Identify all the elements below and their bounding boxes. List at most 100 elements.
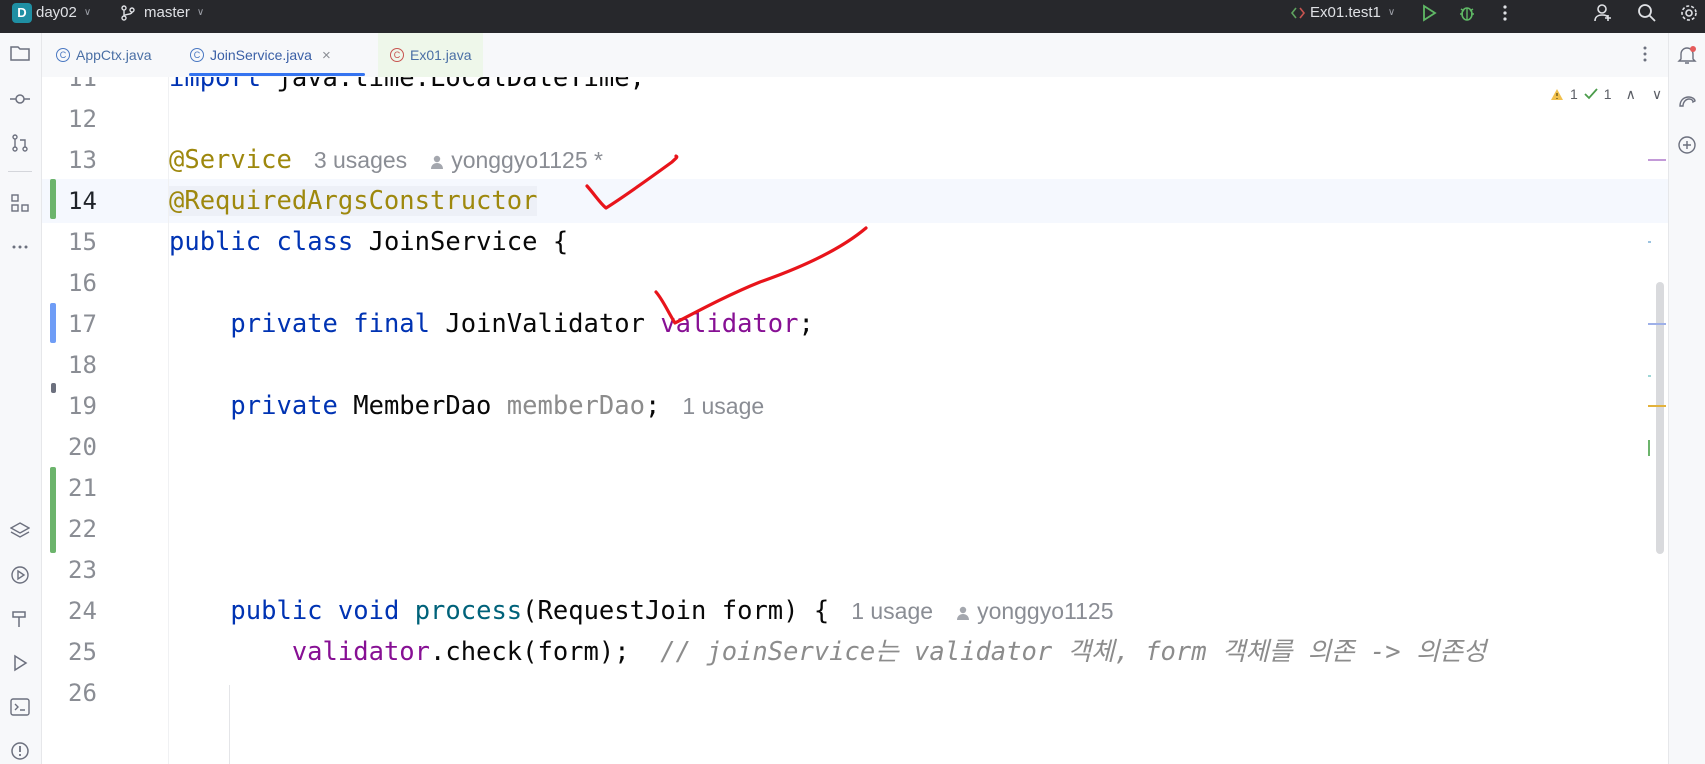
structure-icon[interactable] [8,191,32,215]
tab-ex01[interactable]: C Ex01.java [378,33,484,77]
code-text[interactable]: public class JoinService { [169,220,568,264]
project-name: day02 [36,4,77,21]
code-line[interactable]: 21 [42,466,1668,510]
code-token: process [414,596,523,626]
chevron-up-icon[interactable]: ∧ [1626,86,1636,103]
vcs-deleted-marker [51,383,56,393]
project-selector[interactable]: D day02 ∨ [12,0,91,25]
chevron-down-icon: ∨ [83,7,92,18]
code-token: import [169,77,262,93]
code-token: JoinService { [353,227,569,257]
code-line[interactable]: 15 public class JoinService { [42,220,1668,264]
code-line[interactable]: 18 [42,343,1668,387]
usages-hint[interactable]: 1 usage [682,393,764,419]
line-number: 12 [68,105,97,133]
code-line[interactable]: 17 private final JoinValidator validator… [42,302,1668,346]
commit-icon[interactable] [8,87,32,111]
code-text[interactable]: @Service 3 usages yonggyo1125 * [169,138,603,182]
branch-selector[interactable]: master ∨ [120,0,204,25]
code-token: validator [291,637,430,667]
code-line[interactable]: 13 @Service 3 usages yonggyo1125 * [42,138,1668,182]
inspection-widget[interactable]: 1 1 ∧ ∨ [1550,84,1662,104]
run-icon[interactable] [8,651,32,675]
build-hammer-icon[interactable] [8,607,32,631]
code-token: @RequiredArgsConstructor [169,186,538,216]
run-services-icon[interactable] [8,563,32,587]
code-token: private [230,309,338,339]
code-token: void [337,596,400,626]
tab-more-icon[interactable] [1642,45,1648,68]
code-line[interactable]: 12 [42,97,1668,141]
line-number: 23 [68,556,97,584]
branch-icon [121,4,135,21]
line-number: 24 [68,597,97,625]
line-number: 15 [68,228,97,256]
code-text[interactable]: private MemberDao memberDao; 1 usage [169,384,764,428]
code-token: validator [660,309,799,339]
services-layers-icon[interactable] [8,519,32,543]
search-icon[interactable] [1636,2,1658,24]
code-token: ; [644,391,661,421]
scroll-marker [1648,375,1651,377]
close-icon[interactable]: × [322,47,331,64]
code-line[interactable]: 19 private MemberDao memberDao; 1 usage [42,384,1668,428]
problems-icon[interactable] [8,739,32,763]
code-text[interactable]: private final JoinValidator validator; [169,302,813,346]
chevron-down-icon: ∨ [196,7,205,18]
tab-joinservice[interactable]: C JoinService.java × [190,33,331,77]
check-icon [1584,88,1598,100]
gradle-elephant-icon[interactable] [1675,89,1699,113]
code-line[interactable]: 14 @RequiredArgsConstructor [42,179,1668,223]
code-text[interactable]: @RequiredArgsConstructor [169,179,538,223]
author-name: yonggyo1125 [977,598,1114,624]
author-hint[interactable]: yonggyo1125 * [429,147,603,173]
line-number: 20 [68,433,97,461]
code-line[interactable]: 20 [42,425,1668,469]
folder-icon[interactable] [8,41,32,65]
usages-hint[interactable]: 1 usage [851,598,933,624]
code-line[interactable]: 23 [42,548,1668,592]
run-icon[interactable] [1418,2,1440,24]
code-line[interactable]: 16 [42,261,1668,305]
pull-requests-icon[interactable] [8,131,32,155]
right-tool-strip [1668,33,1705,764]
class-icon: C [56,48,70,62]
tab-label: Ex01.java [410,47,472,63]
line-number: 26 [68,679,97,707]
code-line[interactable]: 25 validator.check(form); // joinService… [42,630,1668,674]
code-token: final [353,309,431,339]
usages-hint[interactable]: 3 usages [314,147,407,173]
code-line[interactable]: 22 [42,507,1668,551]
code-line[interactable]: 26 [42,671,1668,715]
python-console-icon[interactable] [1675,133,1699,157]
ok-count: 1 [1603,86,1612,102]
settings-icon[interactable] [1678,2,1700,24]
more-tools-icon[interactable] [8,235,32,259]
chevron-down-icon[interactable]: ∨ [1652,86,1662,103]
terminal-icon[interactable] [8,695,32,719]
code-token: @Service [169,145,292,175]
line-number: 17 [68,310,97,338]
run-config-icon [1290,7,1306,18]
code-token: // joinService는 validator 객체, form 객체를 의… [660,637,1487,667]
code-text[interactable]: validator.check(form); // joinService는 v… [169,630,1487,674]
chevron-down-icon: ∨ [1387,7,1396,18]
code-line[interactable]: 24 public void process(RequestJoin form)… [42,589,1668,633]
code-token: private [230,391,338,421]
run-config-selector[interactable]: Ex01.test1 ∨ [1290,0,1395,25]
tab-appctx[interactable]: C AppCtx.java [56,33,151,77]
notifications-icon[interactable] [1675,43,1699,67]
add-user-icon[interactable] [1592,2,1614,24]
project-badge: D [12,2,32,23]
author-hint[interactable]: yonggyo1125 [955,598,1113,624]
code-editor[interactable]: 1 1 import java.time.LocalDateTime; 12 13 @Se… [42,77,1668,764]
more-icon[interactable] [1494,2,1516,24]
debug-icon[interactable] [1456,2,1478,24]
code-text[interactable]: public void process(RequestJoin form) {1… [169,589,1113,633]
